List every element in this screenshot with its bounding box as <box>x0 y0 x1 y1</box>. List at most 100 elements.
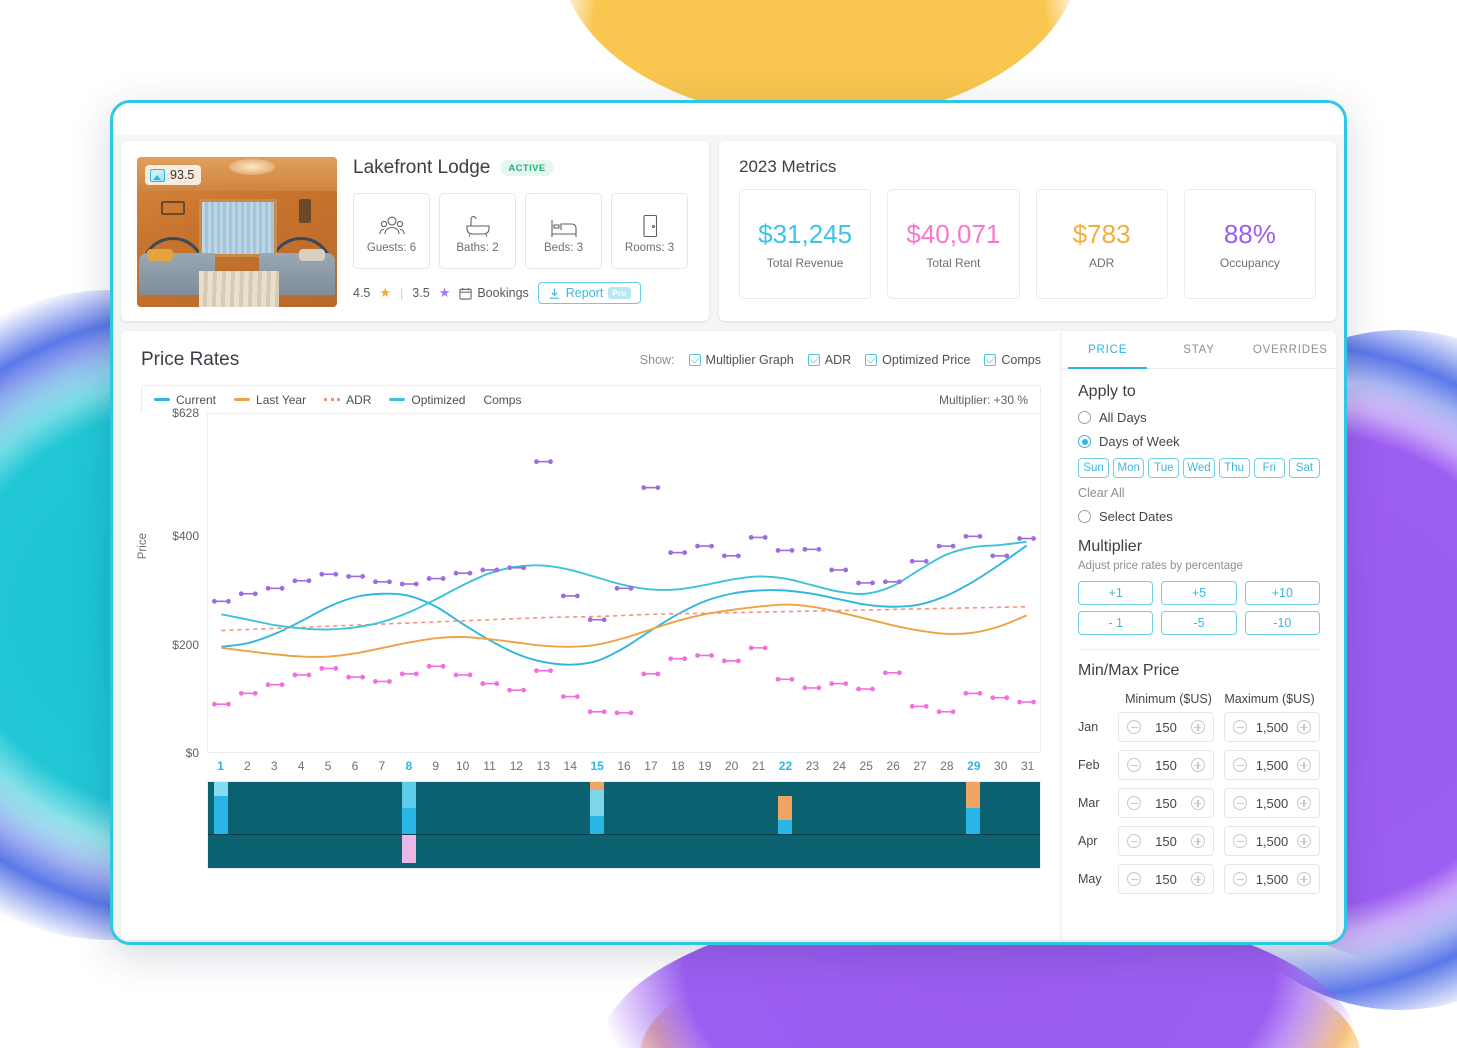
price-rates-plot[interactable] <box>207 413 1041 753</box>
x-tick-13[interactable]: 13 <box>530 759 557 773</box>
x-tick-24[interactable]: 24 <box>826 759 853 773</box>
spec-guests[interactable]: Guests: 6 <box>353 193 430 269</box>
dow-chip-thu[interactable]: Thu <box>1218 458 1250 478</box>
plus-icon[interactable] <box>1296 872 1311 886</box>
minmax-min-field[interactable]: 150 <box>1118 864 1214 894</box>
plus-icon[interactable] <box>1190 872 1205 886</box>
multiplier-plus-10-button[interactable]: +10 <box>1244 581 1320 605</box>
x-tick-5[interactable]: 5 <box>315 759 342 773</box>
minus-icon[interactable] <box>1127 834 1141 848</box>
toggle-comps[interactable]: Comps <box>984 353 1041 367</box>
legend-last-year[interactable]: Last Year <box>234 393 306 407</box>
radio-all-days[interactable]: All Days <box>1078 410 1320 425</box>
tab-stay[interactable]: STAY <box>1153 331 1244 368</box>
multiplier-bar-day-8[interactable] <box>402 782 417 834</box>
x-tick-9[interactable]: 9 <box>422 759 449 773</box>
bookings-button[interactable]: Bookings <box>459 286 529 300</box>
x-tick-21[interactable]: 21 <box>745 759 772 773</box>
tab-price[interactable]: PRICE <box>1062 331 1153 369</box>
dow-chip-sun[interactable]: Sun <box>1078 458 1110 478</box>
plus-icon[interactable] <box>1296 758 1311 772</box>
multiplier-plus-5-button[interactable]: +5 <box>1161 581 1237 605</box>
multiplier-bar-day-1[interactable] <box>214 782 229 834</box>
multiplier-minus-5-button[interactable]: -5 <box>1161 611 1237 635</box>
x-tick-31[interactable]: 31 <box>1014 759 1041 773</box>
toggle-adr[interactable]: ADR <box>807 353 851 367</box>
x-tick-20[interactable]: 20 <box>718 759 745 773</box>
x-tick-4[interactable]: 4 <box>288 759 315 773</box>
clear-all-button[interactable]: Clear All <box>1078 486 1320 500</box>
plus-icon[interactable] <box>1190 834 1205 848</box>
legend-current[interactable]: Current <box>154 393 216 407</box>
x-tick-29[interactable]: 29 <box>960 759 987 773</box>
x-tick-30[interactable]: 30 <box>987 759 1014 773</box>
minus-icon[interactable] <box>1127 796 1141 810</box>
spec-beds[interactable]: Beds: 3 <box>525 193 602 269</box>
plus-icon[interactable] <box>1190 758 1205 772</box>
x-tick-8[interactable]: 8 <box>395 759 422 773</box>
legend-comps[interactable]: Comps <box>483 393 521 407</box>
plus-icon[interactable] <box>1190 720 1205 734</box>
minmax-max-field[interactable]: 1,500 <box>1224 864 1320 894</box>
minus-icon[interactable] <box>1127 720 1141 734</box>
minus-icon[interactable] <box>1233 872 1247 886</box>
multiplier-bar-day-15[interactable] <box>590 782 605 834</box>
x-tick-12[interactable]: 12 <box>503 759 530 773</box>
plus-icon[interactable] <box>1296 720 1311 734</box>
multiplier-bar-day-29[interactable] <box>965 782 980 834</box>
plus-icon[interactable] <box>1296 834 1311 848</box>
x-tick-27[interactable]: 27 <box>907 759 934 773</box>
x-tick-19[interactable]: 19 <box>691 759 718 773</box>
x-tick-10[interactable]: 10 <box>449 759 476 773</box>
minmax-max-field[interactable]: 1,500 <box>1224 826 1320 856</box>
radio-days-of-week[interactable]: Days of Week <box>1078 434 1320 449</box>
x-tick-7[interactable]: 7 <box>368 759 395 773</box>
x-tick-17[interactable]: 17 <box>638 759 665 773</box>
spec-rooms[interactable]: Rooms: 3 <box>611 193 688 269</box>
x-tick-25[interactable]: 25 <box>853 759 880 773</box>
minmax-min-field[interactable]: 150 <box>1118 826 1214 856</box>
x-tick-18[interactable]: 18 <box>664 759 691 773</box>
minmax-min-field[interactable]: 150 <box>1118 712 1214 742</box>
multiplier-plus-1-button[interactable]: +1 <box>1078 581 1154 605</box>
minmax-min-field[interactable]: 150 <box>1118 788 1214 818</box>
multiplier-minus-10-button[interactable]: -10 <box>1244 611 1320 635</box>
minmax-max-field[interactable]: 1,500 <box>1224 712 1320 742</box>
property-photo[interactable]: 93.5 <box>137 157 337 307</box>
minus-icon[interactable] <box>1233 796 1247 810</box>
x-tick-28[interactable]: 28 <box>933 759 960 773</box>
minus-icon[interactable] <box>1127 872 1141 886</box>
radio-select-dates[interactable]: Select Dates <box>1078 509 1320 524</box>
x-tick-14[interactable]: 14 <box>557 759 584 773</box>
dow-chip-sat[interactable]: Sat <box>1288 458 1320 478</box>
x-tick-11[interactable]: 11 <box>476 759 503 773</box>
multiplier-bar-day-22[interactable] <box>778 796 793 834</box>
dow-chip-mon[interactable]: Mon <box>1113 458 1145 478</box>
multiplier-graph[interactable] <box>207 781 1041 869</box>
minus-icon[interactable] <box>1233 834 1247 848</box>
x-tick-26[interactable]: 26 <box>880 759 907 773</box>
minmax-max-field[interactable]: 1,500 <box>1224 788 1320 818</box>
x-tick-15[interactable]: 15 <box>584 759 611 773</box>
minus-icon[interactable] <box>1127 758 1141 772</box>
x-tick-6[interactable]: 6 <box>342 759 369 773</box>
toggle-optimized-price[interactable]: Optimized Price <box>865 353 970 367</box>
x-tick-16[interactable]: 16 <box>611 759 638 773</box>
minus-icon[interactable] <box>1233 758 1247 772</box>
plus-icon[interactable] <box>1296 796 1311 810</box>
x-tick-3[interactable]: 3 <box>261 759 288 773</box>
minmax-max-field[interactable]: 1,500 <box>1224 750 1320 780</box>
x-tick-1[interactable]: 1 <box>207 759 234 773</box>
x-tick-23[interactable]: 23 <box>799 759 826 773</box>
report-button[interactable]: Report Pro <box>537 282 641 304</box>
x-tick-2[interactable]: 2 <box>234 759 261 773</box>
legend-optimized[interactable]: Optimized <box>389 393 465 407</box>
plus-icon[interactable] <box>1190 796 1205 810</box>
multiplier-bar-below-day-8[interactable] <box>402 835 417 863</box>
dow-chip-fri[interactable]: Fri <box>1253 458 1285 478</box>
multiplier-minus-1-button[interactable]: - 1 <box>1078 611 1154 635</box>
dow-chip-tue[interactable]: Tue <box>1148 458 1180 478</box>
minmax-min-field[interactable]: 150 <box>1118 750 1214 780</box>
minus-icon[interactable] <box>1233 720 1247 734</box>
dow-chip-wed[interactable]: Wed <box>1183 458 1215 478</box>
